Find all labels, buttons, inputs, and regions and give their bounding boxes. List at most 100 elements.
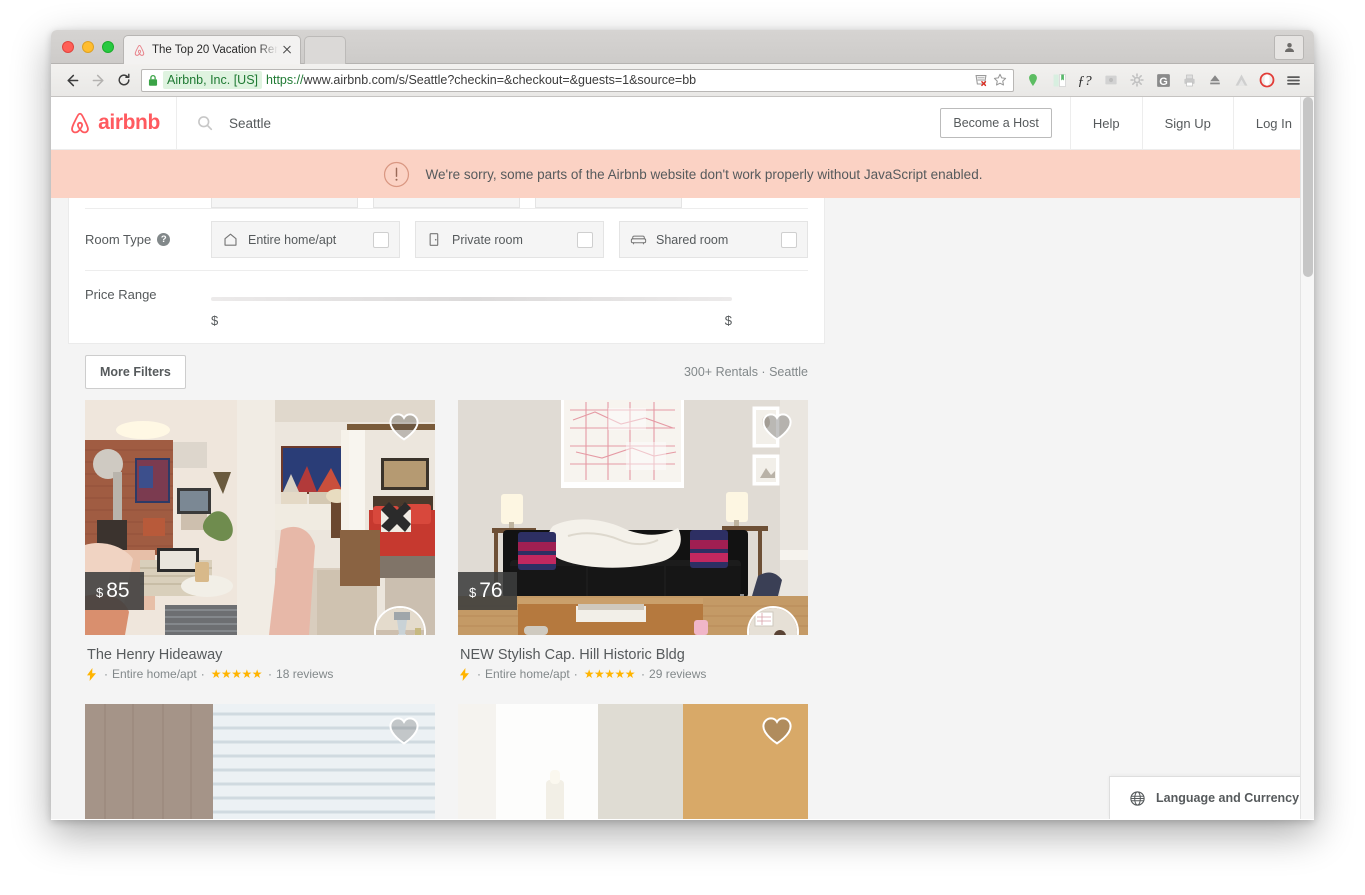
- image-block-icon[interactable]: [1098, 67, 1124, 93]
- green-pin-icon[interactable]: [1020, 67, 1046, 93]
- reload-icon[interactable]: [111, 67, 137, 93]
- star-bookmark-icon[interactable]: [991, 71, 1009, 89]
- listing-card[interactable]: [85, 704, 435, 819]
- maximize-window-button[interactable]: [102, 41, 114, 53]
- lock-icon: [147, 74, 159, 87]
- page-scrollbar-thumb[interactable]: [1303, 97, 1313, 277]
- bookmark-manager-icon[interactable]: [1046, 67, 1072, 93]
- room-type-option-entire-home[interactable]: Entire home/apt: [211, 221, 400, 258]
- listing-reviews-count: 18 reviews: [276, 667, 333, 681]
- listing-card[interactable]: $ 76: [458, 400, 808, 681]
- eject-icon[interactable]: [1202, 67, 1228, 93]
- listing-photo[interactable]: $ 76: [458, 400, 808, 635]
- airbnb-logo-link[interactable]: airbnb: [51, 97, 177, 149]
- door-icon: [426, 231, 443, 248]
- heart-icon[interactable]: [387, 411, 421, 442]
- printer-icon[interactable]: [1176, 67, 1202, 93]
- search-input-value: Seattle: [229, 116, 271, 131]
- listing-room-type: Entire home/apt: [112, 667, 197, 681]
- rating-stars: ★★★★★: [584, 667, 635, 681]
- listing-grid: $ 85: [68, 400, 825, 819]
- room-type-option-shared-room[interactable]: Shared room: [619, 221, 808, 258]
- room-type-option-label: Private room: [452, 233, 523, 247]
- listing-card[interactable]: $ 85: [85, 400, 435, 681]
- search-input[interactable]: Seattle: [177, 97, 940, 149]
- close-window-button[interactable]: [62, 41, 74, 53]
- bolt-icon: [87, 668, 96, 681]
- header-actions: Become a Host Help Sign Up Log In: [940, 97, 1314, 149]
- listing-photo[interactable]: $ 85: [85, 400, 435, 635]
- javascript-warning-banner: We're sorry, some parts of the Airbnb we…: [51, 150, 1314, 198]
- listing-photo[interactable]: [85, 704, 435, 819]
- price-currency: $: [96, 585, 103, 600]
- listing-price: $ 85: [85, 572, 144, 610]
- hamburger-menu-icon[interactable]: [1280, 67, 1306, 93]
- svg-text:ƒ?: ƒ?: [1078, 73, 1092, 89]
- airbnb-belo-icon: [67, 110, 93, 136]
- javascript-warning-text: We're sorry, some parts of the Airbnb we…: [426, 167, 983, 182]
- url-scheme: https://: [266, 73, 304, 87]
- more-filters-button[interactable]: More Filters: [85, 355, 186, 389]
- gear-icon[interactable]: [1124, 67, 1150, 93]
- cut-off-filter-row: [211, 198, 808, 208]
- heart-icon[interactable]: [760, 715, 794, 746]
- room-type-label: Room Type ?: [85, 232, 211, 247]
- price-min-value: $: [211, 313, 218, 328]
- sign-up-link[interactable]: Sign Up: [1142, 97, 1233, 150]
- browser-tab-strip: The Top 20 Vacation Renta: [51, 30, 1314, 64]
- heart-icon[interactable]: [760, 411, 794, 442]
- room-type-checkbox[interactable]: [373, 232, 389, 248]
- listing-photo[interactable]: [458, 704, 808, 819]
- minimize-window-button[interactable]: [82, 41, 94, 53]
- window-traffic-lights: [62, 41, 114, 53]
- language-and-currency-label: Language and Currency: [1156, 791, 1299, 805]
- listing-photo-image: [458, 704, 808, 819]
- drive-icon[interactable]: [1228, 67, 1254, 93]
- meta-separator: ·: [477, 667, 481, 681]
- home-icon: [222, 231, 239, 248]
- back-arrow-icon[interactable]: [59, 67, 85, 93]
- become-a-host-button[interactable]: Become a Host: [940, 108, 1051, 138]
- listing-title[interactable]: The Henry Hideaway: [87, 647, 433, 663]
- browser-tab[interactable]: The Top 20 Vacation Renta: [123, 35, 301, 64]
- price-max-value: $: [725, 313, 732, 328]
- heart-icon[interactable]: [387, 715, 421, 746]
- search-icon: [196, 114, 214, 132]
- meta-separator: ·: [641, 667, 645, 681]
- user-profile-icon[interactable]: [1274, 35, 1304, 60]
- google-g-icon[interactable]: G: [1150, 67, 1176, 93]
- f-script-icon[interactable]: ƒ?: [1072, 67, 1098, 93]
- url-rest: www.airbnb.com/s/Seattle?checkin=&checko…: [304, 73, 697, 87]
- ev-certificate-name: Airbnb, Inc. [US]: [163, 71, 262, 89]
- listing-title[interactable]: NEW Stylish Cap. Hill Historic Bldg: [460, 647, 806, 663]
- no-cookie-icon[interactable]: [972, 71, 990, 89]
- room-type-option-private-room[interactable]: Private room: [415, 221, 604, 258]
- language-and-currency-widget[interactable]: Language and Currency: [1109, 776, 1314, 819]
- new-tab-button[interactable]: [304, 36, 346, 64]
- room-type-checkbox[interactable]: [781, 232, 797, 248]
- cut-off-filter-box[interactable]: [535, 198, 682, 208]
- cut-off-filter-box[interactable]: [211, 198, 358, 208]
- price-range-track[interactable]: [211, 297, 732, 301]
- price-range-values: $ $: [211, 313, 732, 328]
- help-icon[interactable]: ?: [157, 233, 170, 246]
- sofa-icon: [630, 231, 647, 248]
- price-currency: $: [469, 585, 476, 600]
- listing-card[interactable]: [458, 704, 808, 819]
- help-link[interactable]: Help: [1070, 97, 1142, 150]
- listing-info: NEW Stylish Cap. Hill Historic Bldg · En…: [458, 635, 808, 681]
- room-type-option-label: Shared room: [656, 233, 728, 247]
- browser-toolbar: Airbnb, Inc. [US] https://www.airbnb.com…: [51, 64, 1314, 97]
- room-type-checkbox[interactable]: [577, 232, 593, 248]
- meta-separator: ·: [268, 667, 272, 681]
- address-bar[interactable]: Airbnb, Inc. [US] https://www.airbnb.com…: [141, 69, 1014, 92]
- exclamation-circle-icon: [383, 161, 410, 188]
- page-scrollbar[interactable]: [1300, 97, 1314, 819]
- close-icon[interactable]: [280, 43, 294, 57]
- airbnb-wordmark: airbnb: [98, 111, 160, 135]
- cut-off-filter-box[interactable]: [373, 198, 520, 208]
- opera-o-icon[interactable]: [1254, 67, 1280, 93]
- room-type-filter-row: Room Type ? Entire home/apt: [85, 208, 808, 270]
- price-range-slider[interactable]: $ $: [211, 287, 808, 328]
- listing-price: $ 76: [458, 572, 517, 610]
